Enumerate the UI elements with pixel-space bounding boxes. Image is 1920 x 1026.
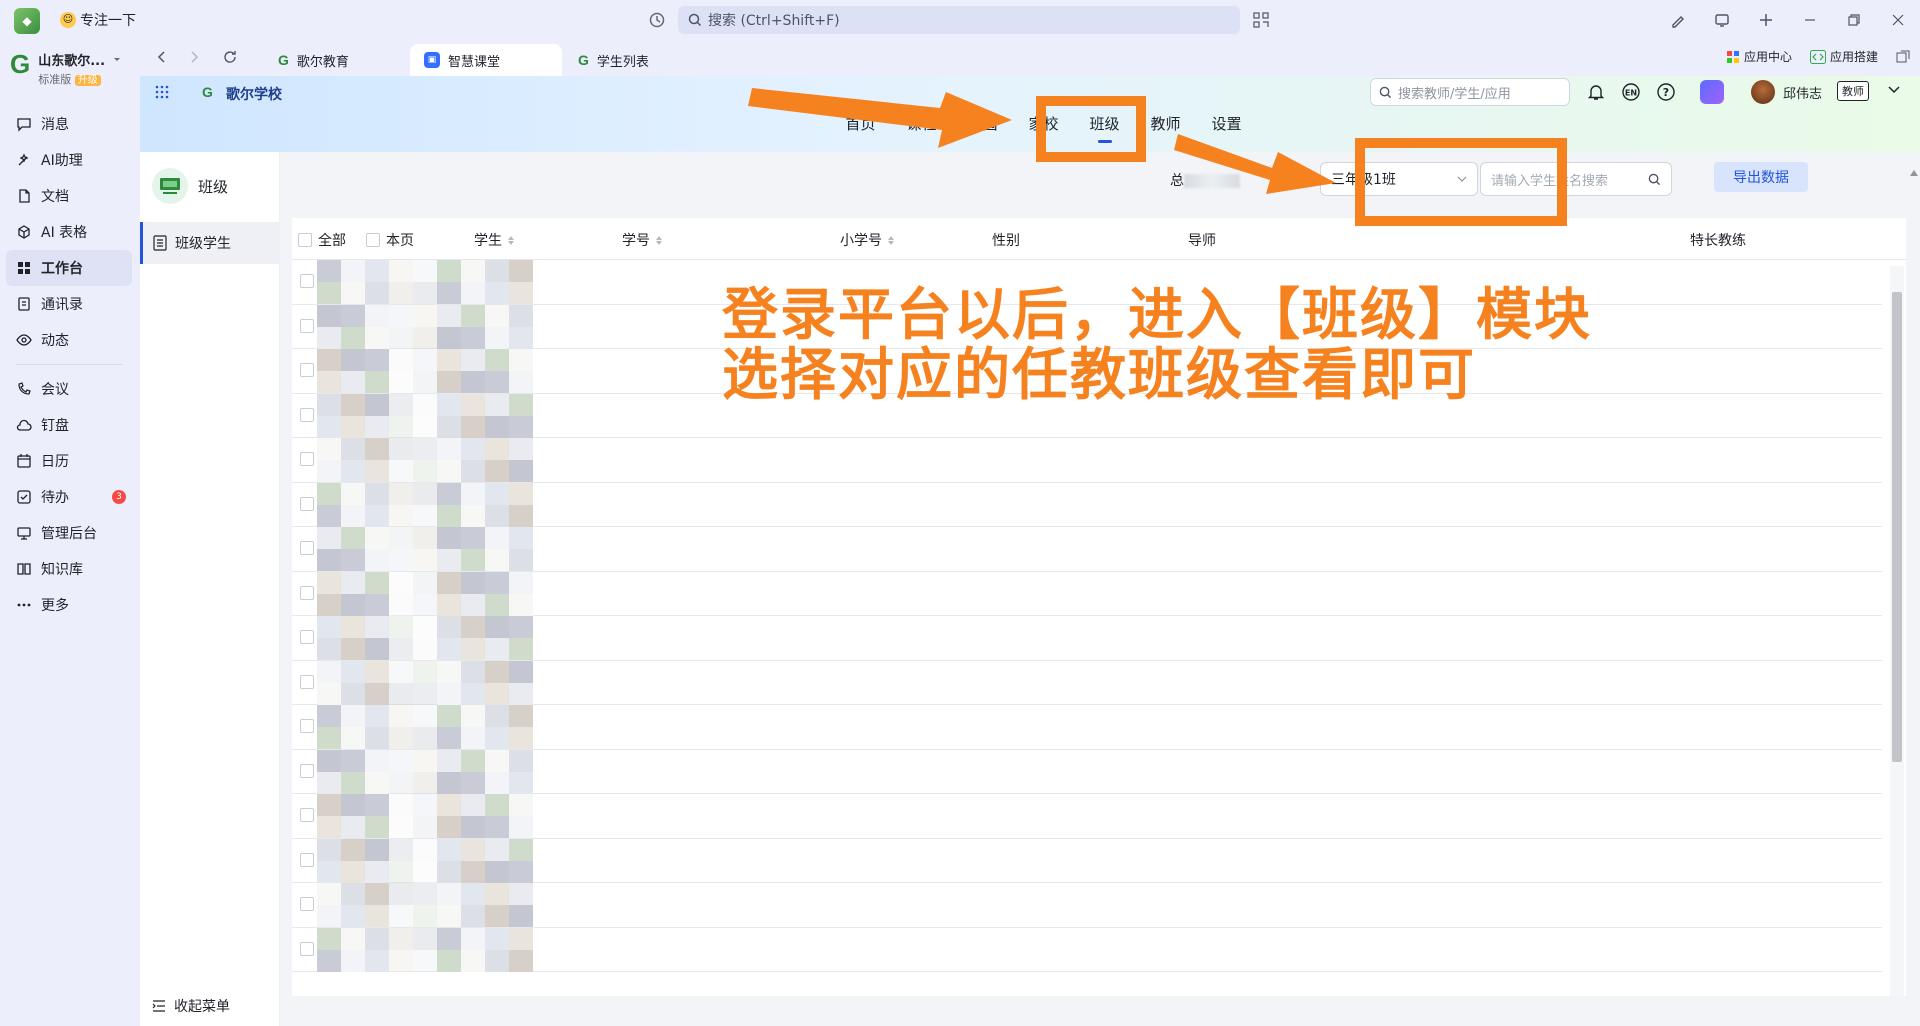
annotation-text: 登录平台以后，进入【班级】模块 选择对应的任教班级查看即可 <box>722 283 1592 408</box>
annotation-box-class-select <box>1355 138 1567 226</box>
annotation-box-class-tab <box>1036 96 1146 162</box>
annotation-arrows <box>748 88 1336 194</box>
